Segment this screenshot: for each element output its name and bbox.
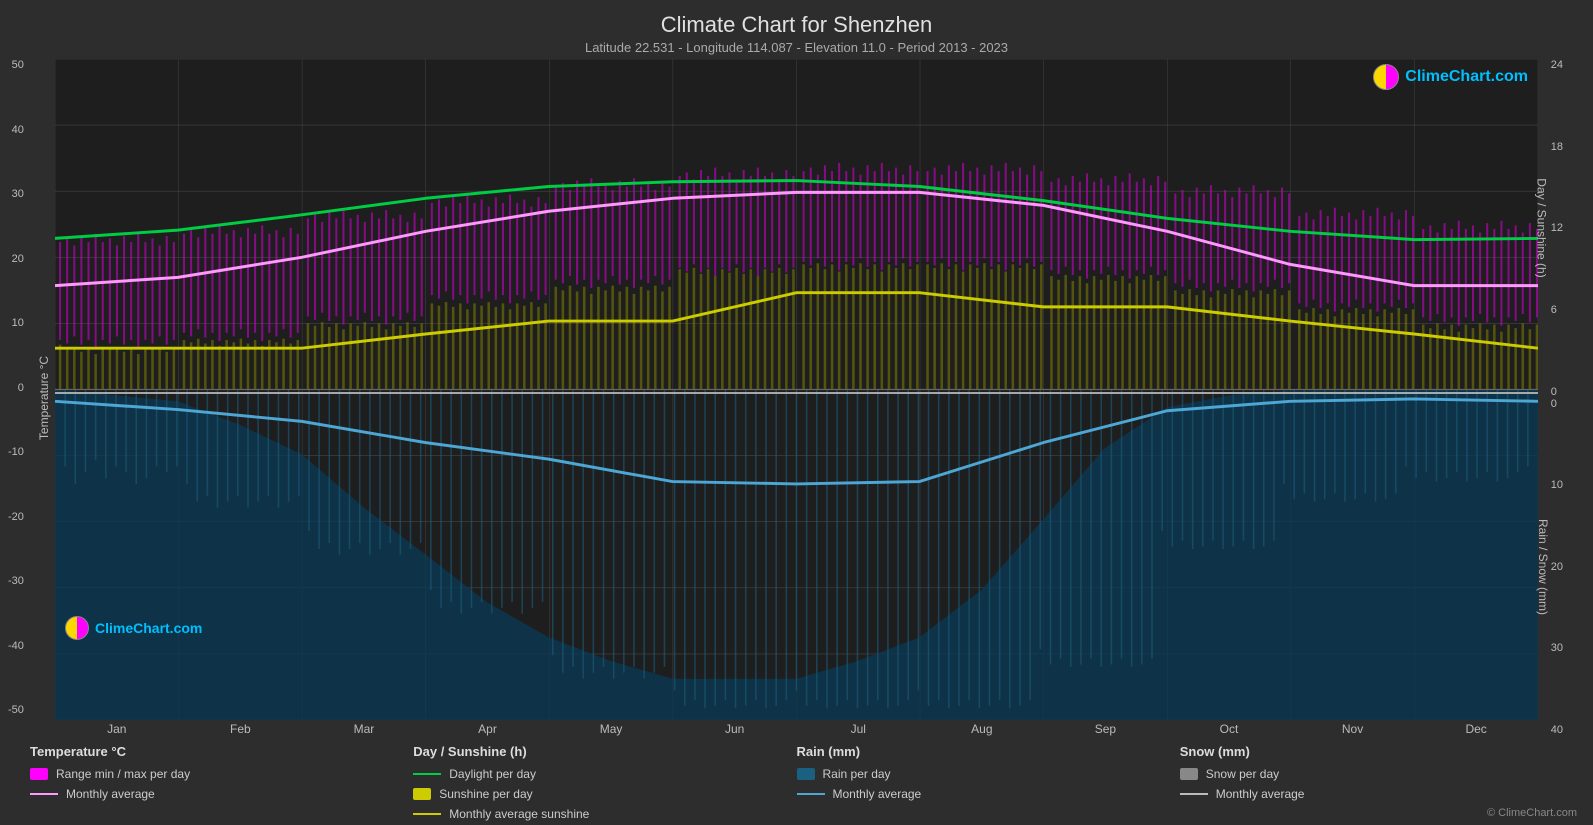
y-left-30: 30 xyxy=(12,188,24,200)
legend-snow-avg: Monthly average xyxy=(1180,787,1563,801)
y-right-rain-30: 30 xyxy=(1551,642,1563,654)
y-right-rain-10: 10 xyxy=(1551,479,1563,491)
legend-label-temp-range: Range min / max per day xyxy=(56,767,190,781)
legend-temperature-title: Temperature °C xyxy=(30,744,413,759)
legend-label-rain-avg: Monthly average xyxy=(833,787,922,801)
chart-title: Climate Chart for Shenzhen xyxy=(0,12,1593,38)
y-axis-left-label: Temperature °C xyxy=(37,355,51,439)
legend-temperature: Temperature °C Range min / max per day M… xyxy=(30,744,413,821)
legend-line-daylight xyxy=(413,773,441,775)
chart-subtitle: Latitude 22.531 - Longitude 114.087 - El… xyxy=(0,40,1593,55)
legend-snow-title: Snow (mm) xyxy=(1180,744,1563,759)
legend-label-sunshine-day: Sunshine per day xyxy=(439,787,532,801)
x-label-may: May xyxy=(549,722,673,736)
y-left-0: 0 xyxy=(18,382,24,394)
legend-sunshine: Day / Sunshine (h) Daylight per day Suns… xyxy=(413,744,796,821)
y-right-rain-0: 0 xyxy=(1551,398,1557,410)
legend-daylight: Daylight per day xyxy=(413,767,796,781)
y-left-n20: -20 xyxy=(8,511,24,523)
legend-temp-range: Range min / max per day xyxy=(30,767,413,781)
legend-label-rain-day: Rain per day xyxy=(823,767,891,781)
x-label-jan: Jan xyxy=(55,722,179,736)
legend-sunshine-avg: Monthly average sunshine xyxy=(413,807,796,821)
legend-label-snow-day: Snow per day xyxy=(1206,767,1279,781)
copyright: © ClimeChart.com xyxy=(1487,807,1577,819)
chart-header: Climate Chart for Shenzhen Latitude 22.5… xyxy=(0,0,1593,59)
chart-svg xyxy=(55,59,1538,720)
y-left-n40: -40 xyxy=(8,640,24,652)
y-left-n50: -50 xyxy=(8,704,24,716)
x-label-jul: Jul xyxy=(796,722,920,736)
x-label-apr: Apr xyxy=(426,722,550,736)
x-label-nov: Nov xyxy=(1291,722,1415,736)
legend-label-sunshine-avg: Monthly average sunshine xyxy=(449,807,589,821)
y-left-50: 50 xyxy=(12,59,24,71)
x-label-feb: Feb xyxy=(179,722,303,736)
brand-logo-top: ClimeChart.com xyxy=(1373,64,1528,90)
y-left-20: 20 xyxy=(12,253,24,265)
legend-area: Temperature °C Range min / max per day M… xyxy=(0,736,1593,825)
legend-line-rain-avg xyxy=(797,793,825,795)
y-right-12: 12 xyxy=(1551,222,1563,234)
legend-rain-day: Rain per day xyxy=(797,767,1180,781)
legend-swatch-temp-range xyxy=(30,768,48,780)
brand-icon-top xyxy=(1373,64,1399,90)
legend-swatch-sunshine xyxy=(413,788,431,800)
x-label-mar: Mar xyxy=(302,722,426,736)
y-left-10: 10 xyxy=(12,317,24,329)
y-axis-right-sunshine-label: Day / Sunshine (h) xyxy=(1534,179,1548,278)
x-label-aug: Aug xyxy=(920,722,1044,736)
x-axis: Jan Feb Mar Apr May Jun Jul Aug Sep Oct … xyxy=(55,722,1538,736)
legend-swatch-snow xyxy=(1180,768,1198,780)
brand-icon-bottom xyxy=(65,616,89,640)
y-right-18: 18 xyxy=(1551,141,1563,153)
legend-label-snow-avg: Monthly average xyxy=(1216,787,1305,801)
y-right-0: 0 xyxy=(1551,386,1557,398)
legend-line-temp-avg xyxy=(30,793,58,795)
y-right-rain-20: 20 xyxy=(1551,561,1563,573)
x-label-sep: Sep xyxy=(1044,722,1168,736)
y-left-n10: -10 xyxy=(8,446,24,458)
legend-sunshine-title: Day / Sunshine (h) xyxy=(413,744,796,759)
y-right-6: 6 xyxy=(1551,304,1557,316)
legend-sunshine-day: Sunshine per day xyxy=(413,787,796,801)
legend-snow-day: Snow per day xyxy=(1180,767,1563,781)
legend-rain-title: Rain (mm) xyxy=(797,744,1180,759)
legend-rain-avg: Monthly average xyxy=(797,787,1180,801)
y-left-n30: -30 xyxy=(8,575,24,587)
x-label-dec: Dec xyxy=(1414,722,1538,736)
y-right-rain-40: 40 xyxy=(1551,724,1563,736)
brand-name-bottom: ClimeChart.com xyxy=(95,620,202,636)
brand-name-top: ClimeChart.com xyxy=(1405,68,1528,86)
legend-line-sunshine-avg xyxy=(413,813,441,815)
y-axis-right-rain-label: Rain / Snow (mm) xyxy=(1536,519,1550,615)
legend-label-daylight: Daylight per day xyxy=(449,767,536,781)
legend-swatch-rain xyxy=(797,768,815,780)
main-container: Climate Chart for Shenzhen Latitude 22.5… xyxy=(0,0,1593,825)
x-label-oct: Oct xyxy=(1167,722,1291,736)
legend-rain: Rain (mm) Rain per day Monthly average xyxy=(797,744,1180,821)
brand-logo-bottom: ClimeChart.com xyxy=(65,616,202,640)
legend-line-snow-avg xyxy=(1180,793,1208,795)
legend-temp-avg: Monthly average xyxy=(30,787,413,801)
x-label-jun: Jun xyxy=(673,722,797,736)
y-left-40: 40 xyxy=(12,124,24,136)
y-right-24: 24 xyxy=(1551,59,1563,71)
legend-label-temp-avg: Monthly average xyxy=(66,787,155,801)
